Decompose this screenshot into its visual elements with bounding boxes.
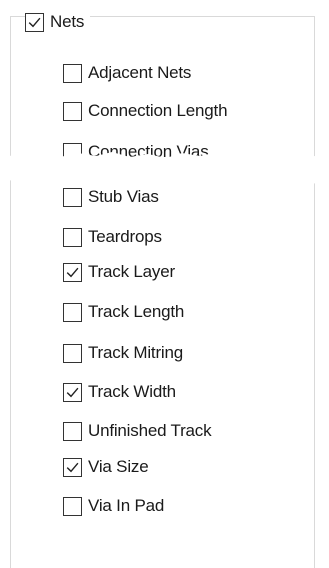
checkbox-row-connection-vias[interactable]: Connection Vias: [63, 138, 209, 166]
label-connection-length: Connection Length: [88, 101, 228, 120]
checkbox-via-in-pad[interactable]: [63, 496, 82, 516]
label-track-width: Track Width: [88, 382, 176, 401]
checkbox-connection-vias[interactable]: [63, 142, 82, 162]
checkbox-track-length[interactable]: [63, 302, 82, 322]
checkbox-row-connection-length[interactable]: Connection Length: [63, 97, 228, 125]
label-via-size: Via Size: [88, 457, 149, 476]
checkbox-connection-length[interactable]: [63, 101, 82, 121]
checkbox-row-via-in-pad[interactable]: Via In Pad: [63, 492, 164, 520]
nets-options-panel: Nets Adjacent Nets Connection Length Con…: [0, 0, 329, 568]
checkbox-stub-vias[interactable]: [63, 187, 82, 207]
label-track-layer: Track Layer: [88, 262, 175, 281]
checkbox-row-track-length[interactable]: Track Length: [63, 298, 184, 326]
nets-checkbox[interactable]: [25, 12, 44, 32]
checkmark-icon: [66, 267, 79, 277]
checkbox-track-mitring[interactable]: [63, 343, 82, 363]
label-teardrops: Teardrops: [88, 227, 162, 246]
nets-label: Nets: [50, 12, 85, 31]
checkmark-icon: [28, 17, 41, 27]
nets-checkbox-row[interactable]: Nets: [25, 8, 91, 36]
checkbox-row-adjacent-nets[interactable]: Adjacent Nets: [63, 59, 191, 87]
checkbox-row-track-layer[interactable]: Track Layer: [63, 258, 175, 286]
checkbox-track-width[interactable]: [63, 382, 82, 402]
checkbox-adjacent-nets[interactable]: [63, 63, 82, 83]
checkbox-unfinished-track[interactable]: [63, 421, 82, 441]
checkbox-row-stub-vias[interactable]: Stub Vias: [63, 183, 159, 211]
checkmark-icon: [66, 387, 79, 397]
label-track-mitring: Track Mitring: [88, 343, 184, 362]
label-stub-vias: Stub Vias: [88, 187, 159, 206]
label-unfinished-track: Unfinished Track: [88, 421, 212, 440]
checkbox-via-size[interactable]: [63, 457, 82, 477]
checkbox-teardrops[interactable]: [63, 227, 82, 247]
checkbox-row-unfinished-track[interactable]: Unfinished Track: [63, 417, 212, 445]
checkbox-row-teardrops[interactable]: Teardrops: [63, 223, 162, 251]
label-connection-vias: Connection Vias: [88, 142, 209, 161]
checkbox-row-track-width[interactable]: Track Width: [63, 378, 176, 406]
checkmark-icon: [66, 462, 79, 472]
label-track-length: Track Length: [88, 302, 185, 321]
label-adjacent-nets: Adjacent Nets: [88, 63, 192, 82]
checkbox-row-track-mitring[interactable]: Track Mitring: [63, 339, 183, 367]
checkbox-track-layer[interactable]: [63, 262, 82, 282]
label-via-in-pad: Via In Pad: [88, 496, 165, 515]
checkbox-row-via-size[interactable]: Via Size: [63, 453, 149, 481]
